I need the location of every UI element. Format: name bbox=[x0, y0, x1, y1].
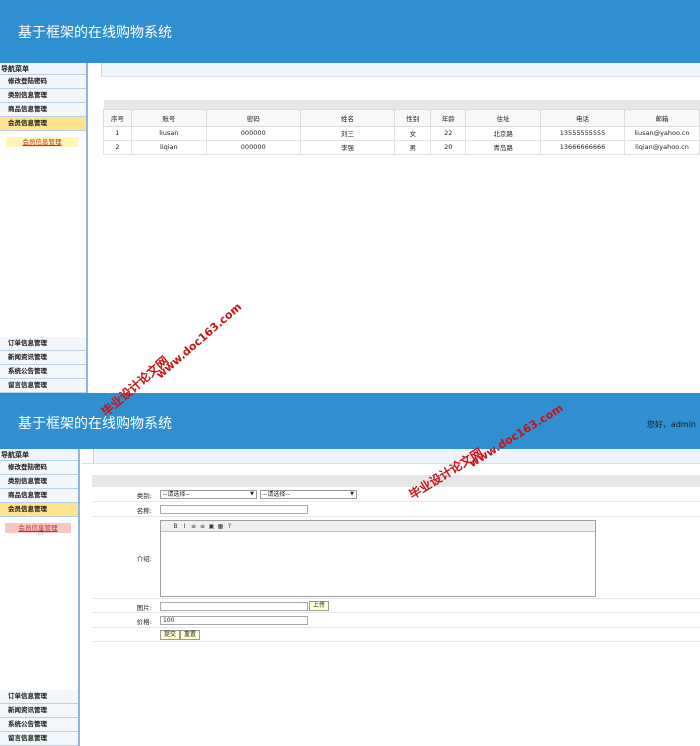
column-header: 电话 bbox=[540, 108, 625, 127]
table-cell: liusan bbox=[130, 125, 207, 141]
price-row: 价格: 100 bbox=[92, 613, 700, 628]
dropdown-arrow-icon: ▼ bbox=[350, 491, 354, 497]
nav-item-orders[interactable]: 订单信息管理 bbox=[0, 337, 86, 351]
table-cell: liqian@yahoo.cn bbox=[623, 139, 700, 155]
nav-item-member[interactable]: 会员信息管理 bbox=[0, 503, 78, 517]
user-greeting: 您好，admin bbox=[646, 420, 696, 429]
table-cell: liusan@yahoo.cn bbox=[623, 125, 700, 141]
table-icon[interactable]: ▦ bbox=[216, 521, 225, 532]
name-row: 名称: bbox=[92, 502, 700, 517]
table-row[interactable]: 2 liqian 000000 李强 男 20 青岛路 13666666666 … bbox=[103, 139, 700, 155]
nav-item-member[interactable]: 会员信息管理 bbox=[0, 117, 86, 131]
nav-header: 导航菜单 bbox=[0, 449, 78, 461]
price-input[interactable]: 100 bbox=[160, 616, 308, 625]
table-cell: 2 bbox=[103, 139, 132, 155]
nav-item-change-password[interactable]: 修改登陆密码 bbox=[0, 75, 86, 89]
content-top-bar bbox=[90, 63, 700, 77]
table-cell: liqian bbox=[130, 139, 207, 155]
product-form: 类别: --请选择-- ▼ --请选择-- ▼ 名称: 介绍: B I ≡ ≡ ▣ ▦? 图片… bbox=[92, 475, 700, 642]
table-cell: 1 bbox=[103, 125, 132, 141]
table-cell: 13666666666 bbox=[540, 139, 625, 155]
nav-header: 导航菜单 bbox=[0, 63, 86, 75]
table-row[interactable]: 1 liusan 000000 刘三 女 22 北京路 13555555555 … bbox=[103, 125, 700, 141]
help-icon[interactable]: ? bbox=[225, 521, 234, 532]
nav-item-announcements[interactable]: 系统公告管理 bbox=[0, 718, 78, 732]
unordered-list-icon[interactable]: ≡ bbox=[198, 521, 207, 532]
table-cell: 000000 bbox=[205, 125, 301, 141]
italic-icon[interactable]: I bbox=[180, 521, 189, 532]
intro-row: 介绍: B I ≡ ≡ ▣ ▦? bbox=[92, 517, 700, 599]
table-cell: 22 bbox=[430, 125, 467, 141]
image-row: 图片: 上传 bbox=[92, 599, 700, 613]
column-header: 账号 bbox=[130, 108, 207, 127]
app-header: 基于框架的在线购物系统 bbox=[0, 0, 700, 63]
nav-item-announcements[interactable]: 系统公告管理 bbox=[0, 365, 86, 379]
table-cell: 女 bbox=[394, 125, 432, 141]
image-icon[interactable]: ▣ bbox=[207, 521, 216, 532]
nav-item-news[interactable]: 新闻资讯管理 bbox=[0, 704, 78, 718]
nav-item-news[interactable]: 新闻资讯管理 bbox=[0, 351, 86, 365]
price-label: 价格: bbox=[136, 618, 152, 626]
nav-bottom-group: 订单信息管理 新闻资讯管理 系统公告管理 留言信息管理 bbox=[0, 337, 86, 393]
dropdown-arrow-icon: ▼ bbox=[250, 491, 254, 497]
nav-item-product[interactable]: 商品信息管理 bbox=[0, 103, 86, 117]
submit-button[interactable]: 提交 bbox=[160, 630, 181, 640]
nav-item-category[interactable]: 类别信息管理 bbox=[0, 89, 86, 103]
nav-item-product[interactable]: 商品信息管理 bbox=[0, 489, 78, 503]
column-header: 住址 bbox=[465, 108, 542, 127]
intro-label: 介绍: bbox=[136, 555, 152, 563]
nav-item-orders[interactable]: 订单信息管理 bbox=[0, 690, 78, 704]
bold-icon[interactable]: B bbox=[171, 521, 180, 532]
image-label: 图片: bbox=[136, 604, 152, 612]
table-cell: 20 bbox=[430, 139, 467, 155]
column-header: 邮箱 bbox=[623, 108, 700, 127]
nav-sub-item-member[interactable]: 会员信息管理 bbox=[6, 137, 78, 147]
column-header: 密码 bbox=[205, 108, 301, 127]
content-top-bar bbox=[82, 449, 700, 464]
table-cell: 13555555555 bbox=[540, 125, 625, 141]
nav-item-messages[interactable]: 留言信息管理 bbox=[0, 379, 86, 393]
sidebar-nav: 导航菜单 修改登陆密码 类别信息管理 商品信息管理 会员信息管理 会员信息管理 … bbox=[0, 63, 88, 393]
table-header-row: 序号 账号 密码 姓名 性别 年龄 住址 电话 邮箱 bbox=[103, 108, 700, 127]
table-cell: 李强 bbox=[299, 139, 396, 155]
table-cell: 刘三 bbox=[299, 125, 396, 141]
table-cell: 青岛路 bbox=[465, 139, 542, 155]
sidebar-nav: 导航菜单 修改登陆密码 类别信息管理 商品信息管理 会员信息管理 会员信息管理 … bbox=[0, 449, 80, 746]
upload-button[interactable]: 上传 bbox=[309, 601, 330, 611]
reset-button[interactable]: 重置 bbox=[180, 630, 201, 640]
member-list-screen: 基于框架的在线购物系统 导航菜单 修改登陆密码 类别信息管理 商品信息管理 会员… bbox=[0, 0, 700, 393]
nav-item-change-password[interactable]: 修改登陆密码 bbox=[0, 461, 78, 475]
column-header: 性别 bbox=[394, 108, 432, 127]
table-cell: 男 bbox=[394, 139, 432, 155]
nav-item-category[interactable]: 类别信息管理 bbox=[0, 475, 78, 489]
nav-bottom-group: 订单信息管理 新闻资讯管理 系统公告管理 留言信息管理 bbox=[0, 690, 78, 746]
image-path-input[interactable] bbox=[160, 602, 308, 611]
column-header: 姓名 bbox=[299, 108, 396, 127]
intro-rich-editor[interactable]: B I ≡ ≡ ▣ ▦? bbox=[160, 520, 596, 597]
ordered-list-icon[interactable]: ≡ bbox=[189, 521, 198, 532]
editor-toolbar: B I ≡ ≡ ▣ ▦? bbox=[161, 521, 595, 532]
hand-cursor-icon: ☝ bbox=[38, 528, 44, 538]
table-cell: 000000 bbox=[205, 139, 301, 155]
category-select-2[interactable]: --请选择-- ▼ bbox=[260, 490, 357, 499]
category-select-1[interactable]: --请选择-- ▼ bbox=[160, 490, 257, 499]
nav-item-messages[interactable]: 留言信息管理 bbox=[0, 732, 78, 746]
table-cell: 北京路 bbox=[465, 125, 542, 141]
app-title: 基于框架的在线购物系统 bbox=[18, 25, 172, 41]
column-header: 序号 bbox=[103, 108, 132, 127]
action-row: 提交 重置 bbox=[92, 628, 700, 642]
category-row: 类别: --请选择-- ▼ --请选择-- ▼ bbox=[92, 487, 700, 502]
member-table: 序号 账号 密码 姓名 性别 年龄 住址 电话 邮箱 1 liusan 0000… bbox=[103, 100, 700, 155]
column-header: 年龄 bbox=[430, 108, 467, 127]
name-label: 名称: bbox=[136, 507, 152, 515]
name-input[interactable] bbox=[160, 505, 308, 514]
category-label: 类别: bbox=[136, 492, 152, 500]
app-title: 基于框架的在线购物系统 bbox=[18, 416, 172, 432]
